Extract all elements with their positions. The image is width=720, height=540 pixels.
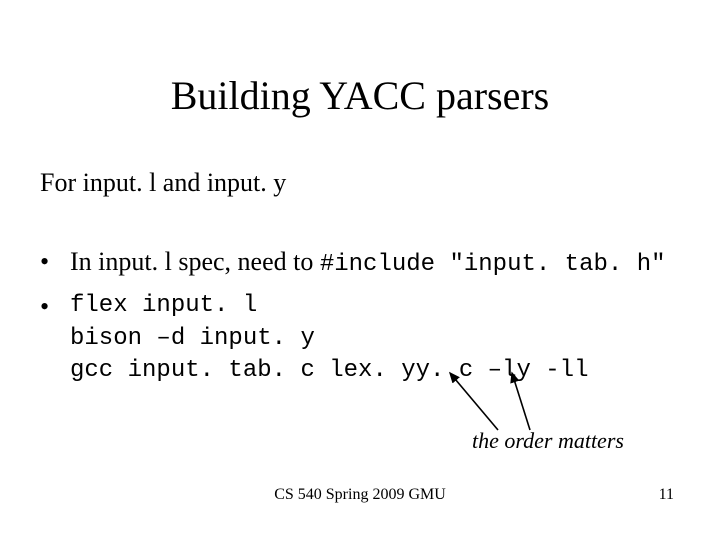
bullet-list: • In input. l spec, need to #include "in… <box>40 245 700 397</box>
slide: Building YACC parsers For input. l and i… <box>0 0 720 540</box>
bullet-body: In input. l spec, need to #include "inpu… <box>70 245 700 280</box>
bullet-item: • In input. l spec, need to #include "in… <box>40 245 700 280</box>
arrows-icon <box>380 365 580 435</box>
annotation-note: the order matters <box>472 428 624 454</box>
footer-text: CS 540 Spring 2009 GMU <box>0 486 720 504</box>
bullet-dot-icon: • <box>40 290 70 324</box>
bullet-item: • flex input. l bison –d input. y gcc in… <box>40 290 700 387</box>
slide-title: Building YACC parsers <box>0 72 720 119</box>
inline-code: #include "input. tab. h" <box>320 251 666 278</box>
bullet-dot-icon: • <box>40 245 70 279</box>
page-number: 11 <box>659 486 674 504</box>
bullet-text: In input. l spec, need to <box>70 247 320 276</box>
slide-subtitle: For input. l and input. y <box>40 168 286 198</box>
